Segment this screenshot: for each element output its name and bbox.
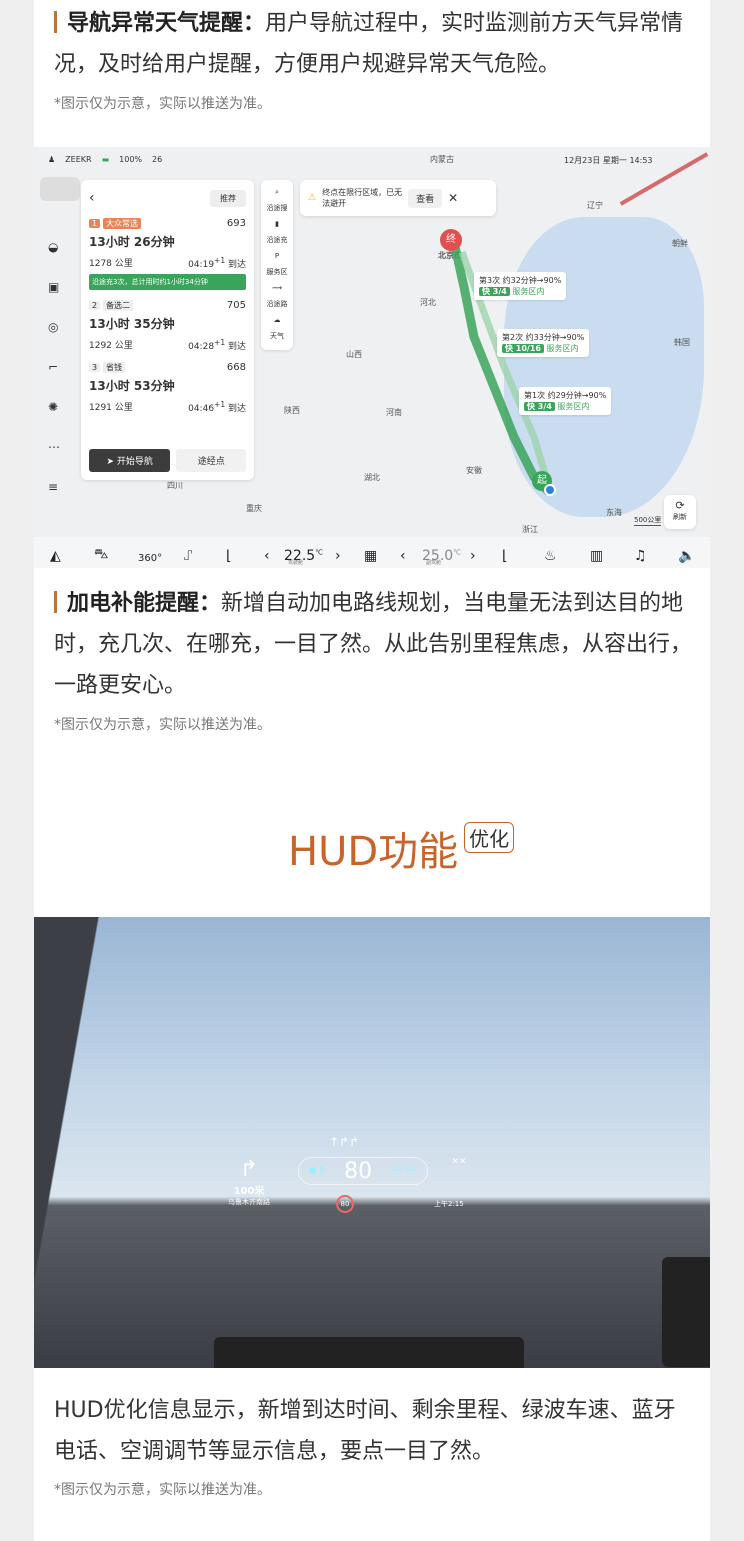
refresh-label: 刷新: [673, 513, 687, 521]
temp-down-left[interactable]: ‹: [264, 548, 270, 564]
temp-up-right[interactable]: ›: [470, 548, 476, 564]
driver-label: 驾驶舱: [288, 560, 304, 566]
section1-text: 导航异常天气提醒：用户导航过程中，实时监测前方天气异常情况，及时给用户提醒，方便…: [54, 3, 694, 85]
front-defrost-icon[interactable]: ♨: [544, 548, 557, 564]
charge-area: 服务区内: [512, 287, 545, 296]
road-name: 乌鲁木齐南路: [228, 1198, 270, 1206]
speed-limit: 80: [336, 1195, 354, 1213]
charge-area: 服务区内: [546, 344, 579, 353]
section1-title: 导航异常天气提醒：: [67, 11, 266, 36]
volume-icon[interactable]: 🔈: [678, 548, 695, 564]
seat-heat-icon[interactable]: ⑀: [184, 548, 192, 564]
temp-unit: ℃: [453, 548, 462, 557]
side-screen: [662, 1257, 710, 1367]
a-pillar: [34, 917, 114, 1368]
bottom-dock: ◭ ⛍ 360° ⑀ ⌊ ‹ 22.5℃ › ▦ ‹ 25.0℃ › ⌊ ♨ ▥…: [34, 537, 710, 568]
charge-label: 第1次 约29分钟→90%: [524, 391, 607, 400]
camera-360-icon[interactable]: 360°: [138, 553, 162, 564]
hud-heading: HUD功能 优化: [288, 822, 515, 878]
turn-guidance: ↱ 100米 乌鲁木齐南路: [224, 1157, 274, 1207]
section2-text: 加电补能提醒：新增自动加电路线规划，当电量无法到达目的地时，充几次、在哪充，一目…: [54, 583, 694, 706]
home-icon[interactable]: ◭: [50, 548, 61, 564]
fast-charger-count: 快 3/4: [479, 287, 510, 296]
article-column: 导航异常天气提醒：用户导航过程中，实时监测前方天气异常情况，及时给用户提醒，方便…: [34, 0, 710, 1541]
charge-stop-2[interactable]: 第2次 约33分钟→90% 快 10/16 服务区内: [497, 329, 590, 357]
speed-capsule: ● 5 80 55-65: [298, 1157, 428, 1185]
charge-label: 第3次 约32分钟→90%: [479, 276, 562, 285]
current-speed: 80: [344, 1158, 373, 1184]
traffic-light-icon: ● 5: [308, 1166, 326, 1176]
disclaimer-note: *图示仅为示意，实际以推送为准。: [54, 717, 271, 733]
hud-windshield-photo: ↱ 100米 乌鲁木齐南路 ↑↱↱ ● 5 80 55-65 80 ✕✕ 上午2:1…: [34, 917, 710, 1368]
accent-bar: [54, 11, 57, 33]
eta: 上午2:15: [434, 1200, 464, 1208]
location-dot: [544, 484, 556, 496]
disclaimer-note: *图示仅为示意，实际以推送为准。: [54, 96, 271, 112]
route-line: [449, 241, 553, 496]
charge-stop-3[interactable]: 第3次 约32分钟→90% 快 3/4 服务区内: [474, 272, 567, 300]
center-screen: [214, 1337, 524, 1368]
temp-down-right[interactable]: ‹: [400, 548, 406, 564]
refresh-button[interactable]: ⟳ 刷新: [664, 495, 696, 529]
seat-icon[interactable]: ⌊: [226, 548, 231, 564]
turn-distance: 100米: [233, 1186, 265, 1197]
charge-stop-1[interactable]: 第1次 约29分钟→90% 快 3/4 服务区内: [519, 387, 612, 415]
destination-pin: 终: [440, 229, 462, 251]
refresh-icon: ⟳: [675, 499, 685, 512]
temp-up-left[interactable]: ›: [335, 548, 341, 564]
hud-heading-title: HUD功能: [288, 829, 459, 875]
fast-charger-count: 快 3/4: [524, 402, 555, 411]
optimized-badge: 优化: [464, 822, 515, 853]
nav-map-screenshot: ♟ ZEEKR ▬ 100% 26 12月23日 星期一 14:53 ◒ ▣ ◎ ⌐ ✺ ⋯ ≡…: [34, 147, 710, 568]
seat-icon[interactable]: ⌊: [502, 548, 507, 564]
accent-bar: [54, 591, 57, 613]
section2-title: 加电补能提醒：: [67, 591, 222, 616]
rear-defrost-icon[interactable]: ▥: [590, 548, 603, 564]
fast-charger-count: 快 10/16: [502, 344, 544, 353]
temp-unit: ℃: [315, 548, 324, 557]
turn-right-icon: ↱: [239, 1157, 259, 1182]
charge-label: 第2次 约33分钟→90%: [502, 333, 585, 342]
mini-map-icon: ✕✕: [451, 1157, 467, 1167]
map-scale: 500公里: [634, 516, 662, 526]
disclaimer-note: *图示仅为示意，实际以推送为准。: [54, 1482, 271, 1498]
apps-icon[interactable]: ▦: [364, 548, 377, 564]
car-control-icon[interactable]: ⛍: [94, 546, 108, 564]
passenger-label: 副驾舱: [426, 560, 442, 566]
charge-area: 服务区内: [557, 402, 590, 411]
section3-body: HUD优化信息显示，新增到达时间、剩余里程、绿波车速、蓝牙电话、空调调节等显示信…: [54, 1398, 676, 1464]
lane-arrows: ↑↱↱: [329, 1135, 360, 1149]
music-icon[interactable]: ♫: [634, 548, 647, 564]
signal-countdown: 5: [319, 1166, 326, 1176]
